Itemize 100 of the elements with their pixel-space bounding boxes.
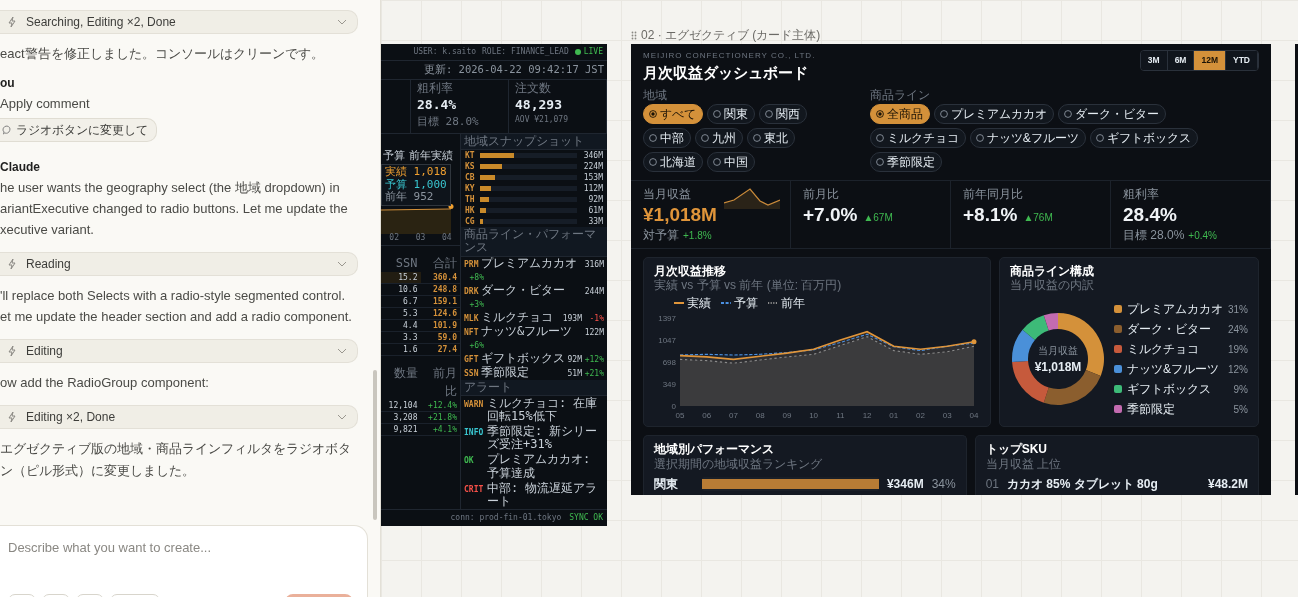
kpi-subtext: 目標 28.0% — [1123, 227, 1185, 242]
artboard-label: 02 · エグゼクティブ (カード主体) — [641, 27, 821, 44]
kpi-value: ¥1,018M — [643, 202, 717, 226]
radio-pill[interactable]: 季節限定 — [869, 151, 942, 172]
tool-step-toggle[interactable]: Searching, Editing ×2, Done — [0, 10, 358, 34]
radio-pill[interactable]: すべて — [643, 103, 703, 124]
column-header: 前月比 — [432, 364, 458, 400]
sync-status: SYNC OK — [569, 512, 603, 525]
radio-icon — [975, 133, 984, 142]
radio-icon — [875, 109, 884, 118]
radio-pill[interactable]: 関西 — [759, 103, 807, 124]
legend-label: ギフトボックス — [1127, 381, 1211, 399]
message-text: he user wants the geography select (the 地域 dropdown) in ariantExecutive changed to radio buttons. Let me update the xecutive variant. — [0, 179, 349, 239]
legend-value: 19% — [1228, 342, 1248, 357]
chevron-down-icon — [337, 348, 347, 354]
table-cell: 101.9 — [420, 319, 460, 332]
legend-value: 12% — [1228, 362, 1248, 377]
lightning-icon — [6, 258, 18, 270]
radio-pill[interactable]: ミルクチョコ — [869, 127, 966, 148]
tool-step-toggle[interactable]: Editing ×2, Done — [0, 405, 358, 429]
product-code: NFT — [464, 326, 479, 339]
radio-pill[interactable]: 北海道 — [643, 151, 703, 172]
card-title: トップSKU — [985, 442, 1048, 457]
table-cell: 27.4 — [420, 343, 460, 356]
scrollbar-thumb[interactable] — [373, 370, 377, 520]
radio-pill[interactable]: 関東 — [707, 103, 755, 124]
kpi-label: 前年同月比 — [963, 185, 1023, 203]
tool-step-toggle[interactable]: Editing — [0, 339, 358, 363]
legend-label: 実績 — [687, 295, 711, 313]
alert-tag: WARN — [464, 396, 484, 411]
lightning-icon — [6, 345, 18, 357]
role-label: ROLE: FINANCE_LEAD — [482, 46, 569, 58]
card-title: 商品ライン構成 — [1010, 263, 1095, 279]
axis-label: 07 — [729, 411, 738, 421]
column-header: SSN — [394, 254, 419, 272]
kpi-change: +0.4% — [1188, 229, 1217, 241]
product-value: 92M — [567, 353, 582, 366]
radio-pill[interactable]: プレミアムカカオ — [933, 103, 1054, 124]
prompt-field[interactable]: Describe what you want to create... — [0, 525, 368, 597]
bar-value: 61M — [587, 204, 603, 217]
region-code: TH — [465, 193, 476, 206]
axis-label: 02 — [389, 231, 399, 244]
radio-pill[interactable]: ダーク・ビター — [1057, 103, 1166, 124]
card-subtitle: 選択期間の地域収益ランキング — [654, 456, 823, 472]
card-subtitle: 当月収益 上位 — [985, 456, 1062, 472]
legend-line-icon — [721, 301, 731, 306]
radio-pill[interactable]: 全商品 — [869, 103, 930, 124]
radio-pill[interactable]: 東北 — [747, 127, 795, 148]
range-tab[interactable]: 3M — [1140, 51, 1168, 70]
author-name: Claude — [0, 159, 41, 176]
range-tab[interactable]: 6M — [1167, 51, 1195, 70]
chevron-down-icon — [337, 19, 347, 25]
table-cell: +21.8% — [420, 411, 460, 424]
change-value: +21% — [584, 367, 604, 380]
radio-pill[interactable]: 中国 — [707, 151, 755, 172]
radio-icon — [649, 133, 657, 142]
product-code: SSN — [464, 367, 479, 380]
region-code: CB — [465, 171, 476, 184]
radio-pill[interactable]: 中部 — [643, 127, 691, 148]
legend-value: 24% — [1228, 322, 1248, 337]
bar-value: 33M — [587, 215, 603, 228]
product-code: GFT — [464, 353, 479, 366]
message-text: Apply comment — [0, 95, 91, 113]
tool-step-toggle[interactable]: Reading — [0, 252, 358, 276]
kpi-delta: ▲67M — [863, 210, 893, 225]
region-code: HK — [465, 204, 476, 217]
bar-value: 153M — [582, 171, 603, 184]
legend-label: プレミアムカカオ — [1127, 301, 1223, 319]
table-cell: 159.1 — [420, 295, 460, 308]
table-cell: +12.4% — [420, 399, 460, 412]
table-cell: 360.4 — [420, 271, 460, 284]
legend-value: 31% — [1228, 302, 1248, 317]
product-name: プレミアムカカオ — [481, 256, 577, 270]
table-cell: 5.3 — [381, 307, 421, 320]
table-cell: 124.6 — [420, 307, 460, 320]
range-tab[interactable]: YTD — [1226, 51, 1258, 70]
section-header: アラート — [461, 379, 607, 396]
comment-icon — [2, 125, 12, 135]
column-header: 合計 — [432, 254, 458, 272]
radio-pill[interactable]: ナッツ&フルーツ — [969, 127, 1086, 148]
bar-value: ¥346M — [886, 476, 924, 494]
axis-label: 06 — [702, 411, 712, 421]
kpi-label: 当月収益 — [643, 185, 691, 203]
product-value: 193M — [562, 312, 582, 325]
kpi-value: +8.1% — [963, 202, 1018, 226]
sparkline-drawing — [724, 186, 780, 209]
prompt-input[interactable]: Describe what you want to create... — [6, 536, 367, 576]
range-tab[interactable]: 12M — [1194, 51, 1226, 70]
tooltip-line: 実績 1,018 — [385, 165, 447, 179]
table-cell: 12,104 — [381, 399, 421, 412]
radio-icon — [1063, 109, 1072, 118]
kpi-label: 注文数 — [515, 81, 552, 95]
axis-label: 0 — [671, 402, 676, 412]
radio-pill[interactable]: 九州 — [695, 127, 743, 148]
table-cell: 6.7 — [381, 295, 421, 308]
axis-label: 05 — [675, 411, 685, 421]
axis-label: 698 — [662, 358, 676, 368]
product-code: PRM — [464, 258, 479, 271]
radio-pill[interactable]: ギフトボックス — [1089, 127, 1198, 148]
drag-handle-icon — [631, 30, 637, 40]
